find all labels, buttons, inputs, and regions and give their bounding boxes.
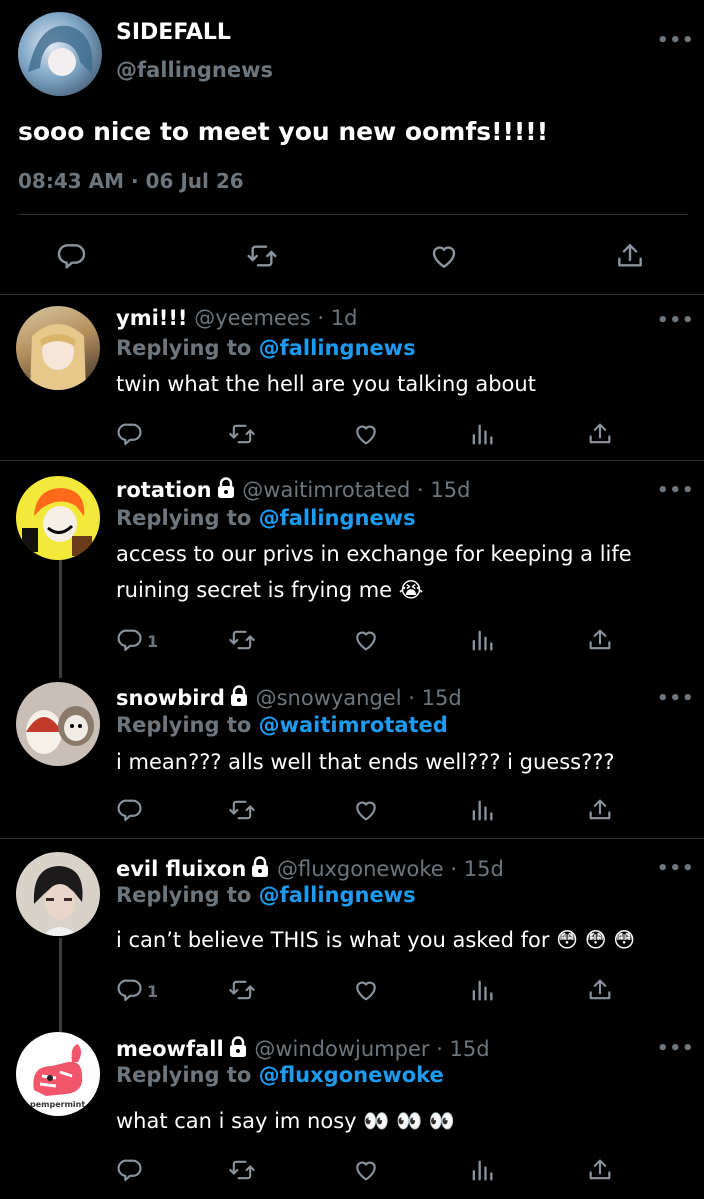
lock-icon <box>250 856 270 878</box>
lock-icon <box>216 477 236 499</box>
like-icon[interactable] <box>428 240 460 272</box>
retweet-icon[interactable] <box>228 626 256 654</box>
reply-text: what can i say im nosy 👀 👀 👀 <box>116 1109 456 1133</box>
thread-line <box>59 938 62 1032</box>
reply-age: · 15d <box>436 1037 490 1061</box>
reply-age: · 15d <box>408 686 462 710</box>
reply-count: 1 <box>147 982 159 1001</box>
avatar-ymi[interactable] <box>16 306 100 390</box>
comment-icon[interactable] <box>116 1156 144 1184</box>
reply-handle[interactable]: @fluxgonewoke <box>277 857 444 881</box>
mention-link[interactable]: @waitimrotated <box>259 713 448 737</box>
share-icon[interactable] <box>586 1156 614 1184</box>
views-icon[interactable] <box>468 796 496 824</box>
like-icon[interactable] <box>352 976 380 1004</box>
retweet-icon[interactable] <box>228 976 256 1004</box>
views-icon[interactable] <box>468 626 496 654</box>
reply-age: · 1d <box>317 306 358 330</box>
reply-display-name[interactable]: meowfall <box>116 1037 224 1061</box>
replying-to-label: Replying to <box>116 883 252 907</box>
like-icon[interactable] <box>352 626 380 654</box>
replying-to-label: Replying to <box>116 1063 252 1087</box>
divider <box>0 460 704 461</box>
avatar-evil-fluixon[interactable] <box>16 852 100 936</box>
mention-link[interactable]: @fluxgonewoke <box>259 1063 444 1087</box>
main-display-name[interactable]: SIDEFALL <box>116 20 231 45</box>
retweet-icon[interactable] <box>228 796 256 824</box>
reply-age: · 15d <box>417 478 471 502</box>
main-inner-divider <box>18 214 688 215</box>
mention-link[interactable]: @fallingnews <box>259 336 416 360</box>
share-icon[interactable] <box>586 976 614 1004</box>
share-icon[interactable] <box>586 420 614 448</box>
reply-handle[interactable]: @waitimrotated <box>242 478 410 502</box>
avatar-snowbird[interactable] <box>16 682 100 766</box>
avatar-meowfall[interactable]: pempermint <box>16 1032 100 1116</box>
divider <box>0 838 704 839</box>
reply-display-name[interactable]: ymi!!! <box>116 306 188 330</box>
main-timestamp[interactable]: 08:43 AM · 06 Jul 26 <box>18 169 244 193</box>
more-icon[interactable]: ••• <box>657 480 695 501</box>
reply-text: twin what the hell are you talking about <box>116 372 536 396</box>
avatar-caption: pempermint <box>30 1100 86 1109</box>
more-icon[interactable]: ••• <box>657 310 695 331</box>
share-icon[interactable] <box>614 240 646 272</box>
reply-count: 1 <box>147 632 159 651</box>
views-icon[interactable] <box>468 420 496 448</box>
retweet-icon[interactable] <box>246 240 278 272</box>
mention-link[interactable]: @fallingnews <box>259 883 416 907</box>
replying-to-label: Replying to <box>116 506 252 530</box>
reply-display-name[interactable]: evil fluixon <box>116 857 246 881</box>
views-icon[interactable] <box>468 976 496 1004</box>
retweet-icon[interactable] <box>228 1156 256 1184</box>
retweet-icon[interactable] <box>228 420 256 448</box>
more-icon[interactable]: ••• <box>657 858 695 879</box>
comment-icon[interactable] <box>56 240 88 272</box>
reply-text-line-1: access to our privs in exchange for keep… <box>116 542 632 566</box>
divider <box>0 294 704 295</box>
share-icon[interactable] <box>586 796 614 824</box>
comment-icon[interactable] <box>116 796 144 824</box>
replying-to-label: Replying to <box>116 713 252 737</box>
comment-icon[interactable] <box>116 976 144 1004</box>
thread-line <box>59 560 62 678</box>
reply-handle[interactable]: @yeemees <box>194 306 311 330</box>
reply-text: i can’t believe THIS is what you asked f… <box>116 928 636 952</box>
replying-to-label: Replying to <box>116 336 252 360</box>
reply-age: · 15d <box>450 857 504 881</box>
main-handle[interactable]: @fallingnews <box>116 58 273 82</box>
reply-text: i mean??? alls well that ends well??? i … <box>116 750 615 774</box>
views-icon[interactable] <box>468 1156 496 1184</box>
like-icon[interactable] <box>352 796 380 824</box>
lock-icon <box>228 1036 248 1058</box>
more-icon[interactable]: ••• <box>657 30 695 51</box>
reply-display-name[interactable]: rotation <box>116 478 212 502</box>
more-icon[interactable]: ••• <box>657 1038 695 1059</box>
like-icon[interactable] <box>352 1156 380 1184</box>
share-icon[interactable] <box>586 626 614 654</box>
avatar-sidefall[interactable] <box>18 12 102 96</box>
reply-text-line-2: ruining secret is frying me 😭 <box>116 578 424 602</box>
reply-display-name[interactable]: snowbird <box>116 686 225 710</box>
comment-icon[interactable] <box>116 420 144 448</box>
comment-icon[interactable] <box>116 626 144 654</box>
reply-handle[interactable]: @windowjumper <box>254 1037 429 1061</box>
like-icon[interactable] <box>352 420 380 448</box>
more-icon[interactable]: ••• <box>657 688 695 709</box>
avatar-rotation[interactable] <box>16 476 100 560</box>
mention-link[interactable]: @fallingnews <box>259 506 416 530</box>
reply-handle[interactable]: @snowyangel <box>256 686 402 710</box>
main-tweet-text: sooo nice to meet you new oomfs!!!!! <box>18 117 549 146</box>
lock-icon <box>229 685 249 707</box>
